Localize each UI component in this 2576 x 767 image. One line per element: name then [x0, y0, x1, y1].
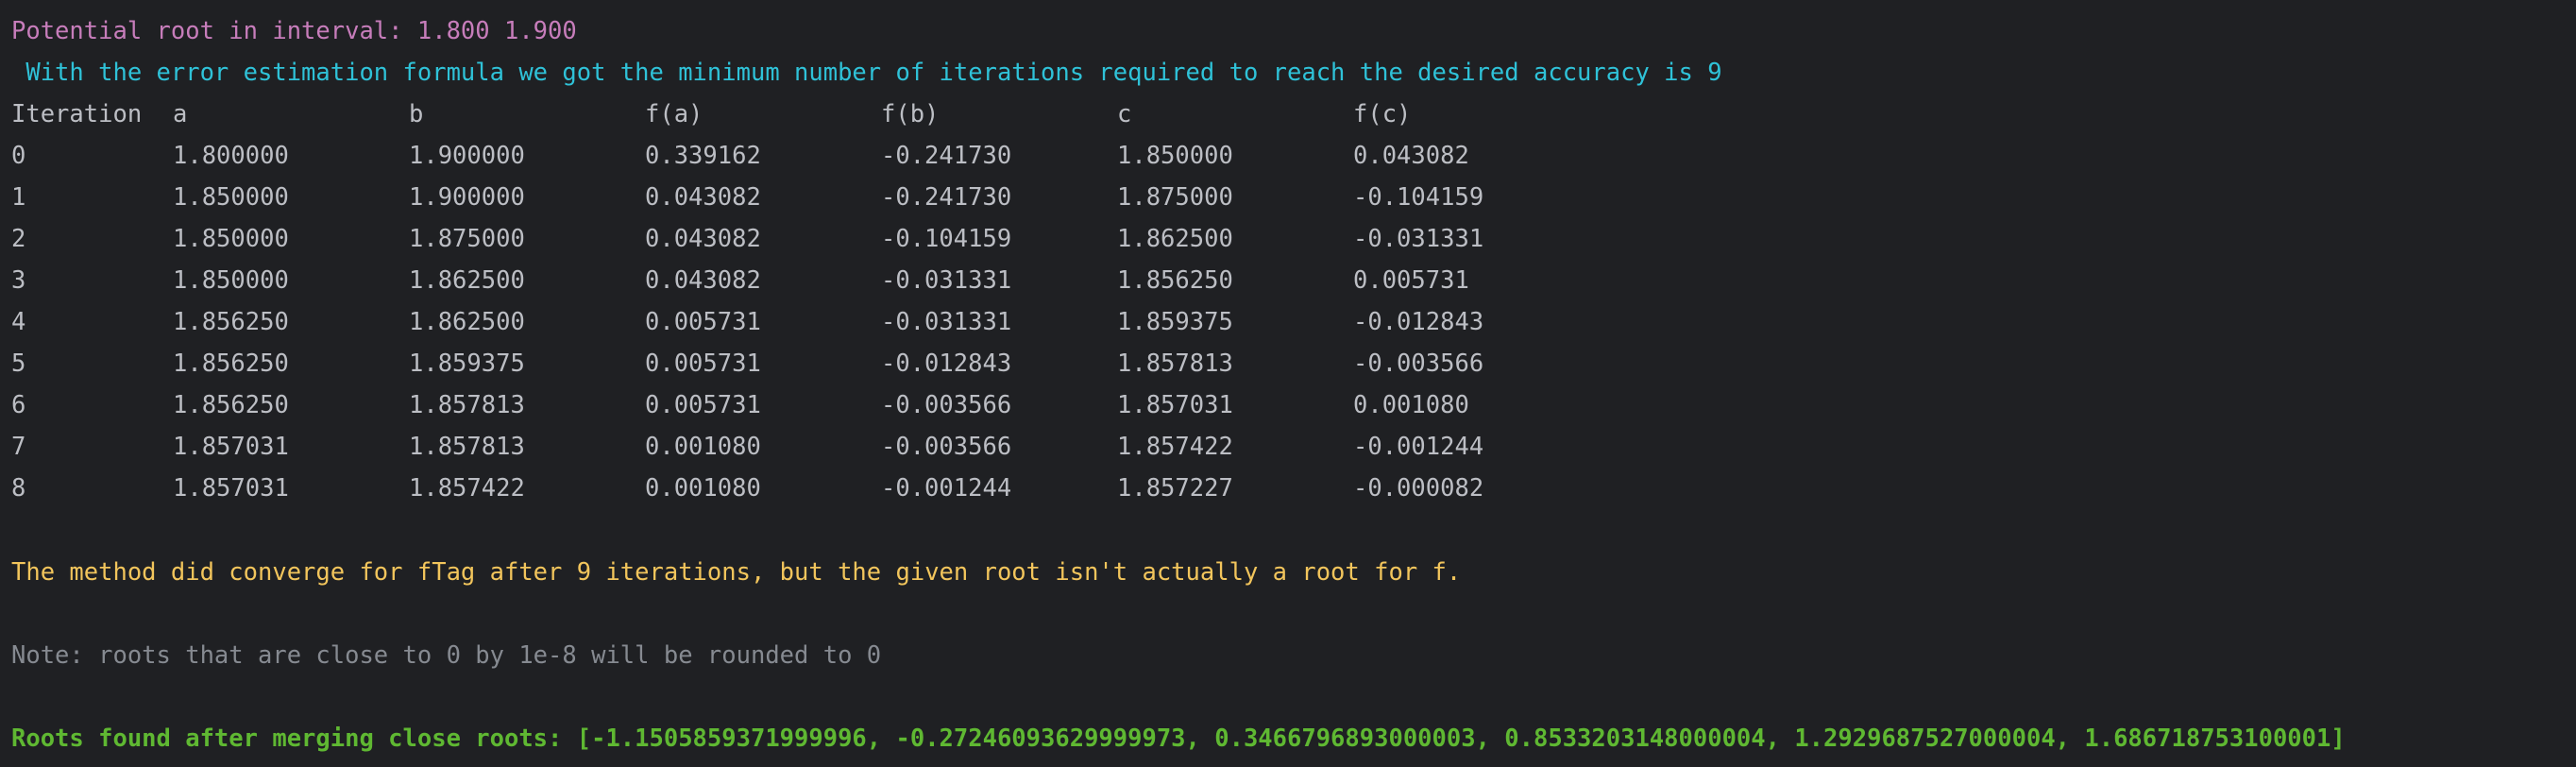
header-fa: f(a) — [645, 100, 703, 128]
table-cell: -0.001244 — [881, 474, 1012, 503]
table-row: 3 1.850000 1.862500 0.043082 -0.031331 1.8562… — [11, 262, 1900, 299]
table-row: 2 1.850000 1.875000 0.043082 -0.104159 1.8625… — [11, 220, 1900, 258]
table-cell: 1.800000 — [173, 142, 289, 170]
table-cell: 1.862500 — [409, 308, 525, 336]
header-c: c — [1117, 100, 1132, 128]
roots-line: Roots found after merging close roots: [… — [11, 724, 2346, 753]
converge-warning: The method did converge for fTag after 9… — [11, 558, 1462, 587]
table-row: 6 1.856250 1.857813 0.005731 -0.003566 1.8570… — [11, 386, 1900, 424]
table-cell: 4 — [11, 308, 26, 336]
table-cell: -0.001244 — [1353, 433, 1484, 461]
table-cell: 1.857227 — [1117, 474, 1233, 503]
table-cell: 7 — [11, 433, 26, 461]
header-b: b — [409, 100, 424, 128]
table-row: 0 1.800000 1.900000 0.339162 -0.241730 1.8500… — [11, 137, 1900, 175]
table-cell: 1.859375 — [409, 349, 525, 378]
table-cell: 0.005731 — [645, 308, 761, 336]
table-cell: 1.850000 — [173, 183, 289, 212]
table-cell: 2 — [11, 225, 26, 253]
table-cell: -0.003566 — [1353, 349, 1484, 378]
table-cell: 1.900000 — [409, 142, 525, 170]
table-cell: 6 — [11, 391, 26, 419]
table-cell: 0.001080 — [645, 433, 761, 461]
table-cell: 1.856250 — [173, 391, 289, 419]
table-cell: 1.856250 — [173, 349, 289, 378]
table-cell: 8 — [11, 474, 26, 503]
note-line: Note: roots that are close to 0 by 1e-8 … — [11, 641, 882, 670]
table-cell: -0.031331 — [881, 266, 1012, 295]
table-cell: -0.241730 — [881, 142, 1012, 170]
table-cell: 1.900000 — [409, 183, 525, 212]
table-cell: 0.043082 — [645, 225, 761, 253]
table-cell: -0.104159 — [1353, 183, 1484, 212]
table-cell: -0.031331 — [1353, 225, 1484, 253]
table-cell: 1.857813 — [1117, 349, 1233, 378]
table-cell: 0.005731 — [1353, 266, 1469, 295]
console-output[interactable]: Potential root in interval: 1.800 1.900 … — [11, 0, 2570, 767]
table-cell: 0.043082 — [1353, 142, 1469, 170]
table-cell: 0.043082 — [645, 266, 761, 295]
table-cell: -0.003566 — [881, 433, 1012, 461]
header-a: a — [173, 100, 188, 128]
table-cell: 5 — [11, 349, 26, 378]
header-fb: f(b) — [881, 100, 940, 128]
table-cell: -0.104159 — [881, 225, 1012, 253]
table-cell: 1.857422 — [1117, 433, 1233, 461]
table-cell: 1.862500 — [1117, 225, 1233, 253]
table-cell: 1.875000 — [409, 225, 525, 253]
table-header: Iteration a b f(a) f(b) c f(c) — [11, 95, 1900, 133]
table-cell: 1.856250 — [1117, 266, 1233, 295]
table-cell: -0.000082 — [1353, 474, 1484, 503]
table-cell: 0.005731 — [645, 391, 761, 419]
table-cell: 1.857031 — [1117, 391, 1233, 419]
table-cell: -0.012843 — [881, 349, 1012, 378]
table-row: 4 1.856250 1.862500 0.005731 -0.031331 1.8593… — [11, 303, 1900, 341]
table-cell: 1.857031 — [173, 433, 289, 461]
estimation-line: With the error estimation formula we got… — [11, 59, 1722, 87]
table-cell: 1.862500 — [409, 266, 525, 295]
table-row: 1 1.850000 1.900000 0.043082 -0.241730 1.8750… — [11, 179, 1900, 216]
table-cell: 1.856250 — [173, 308, 289, 336]
table-cell: 1.857813 — [409, 433, 525, 461]
table-cell: 0.043082 — [645, 183, 761, 212]
table-cell: 1.857031 — [173, 474, 289, 503]
table-cell: 1 — [11, 183, 26, 212]
table-cell: 3 — [11, 266, 26, 295]
table-row: 5 1.856250 1.859375 0.005731 -0.012843 1.8578… — [11, 345, 1900, 383]
table-cell: -0.241730 — [881, 183, 1012, 212]
header-iteration: Iteration — [11, 100, 143, 128]
interval-line: Potential root in interval: 1.800 1.900 — [11, 17, 577, 45]
table-cell: 0.001080 — [645, 474, 761, 503]
table-cell: 1.857813 — [409, 391, 525, 419]
table-cell: 1.857422 — [409, 474, 525, 503]
table-cell: -0.003566 — [881, 391, 1012, 419]
table-row: 8 1.857031 1.857422 0.001080 -0.001244 1.8572… — [11, 469, 1900, 507]
table-cell: -0.012843 — [1353, 308, 1484, 336]
table-cell: 0.339162 — [645, 142, 761, 170]
table-cell: 1.875000 — [1117, 183, 1233, 212]
table-cell: 0.005731 — [645, 349, 761, 378]
table-cell: 1.859375 — [1117, 308, 1233, 336]
table-cell: 1.850000 — [173, 266, 289, 295]
table-cell: 0 — [11, 142, 26, 170]
table-cell: 1.850000 — [1117, 142, 1233, 170]
table-row: 7 1.857031 1.857813 0.001080 -0.003566 1.8574… — [11, 428, 1900, 466]
table-cell: 1.850000 — [173, 225, 289, 253]
header-fc: f(c) — [1353, 100, 1412, 128]
table-cell: -0.031331 — [881, 308, 1012, 336]
table-cell: 0.001080 — [1353, 391, 1469, 419]
